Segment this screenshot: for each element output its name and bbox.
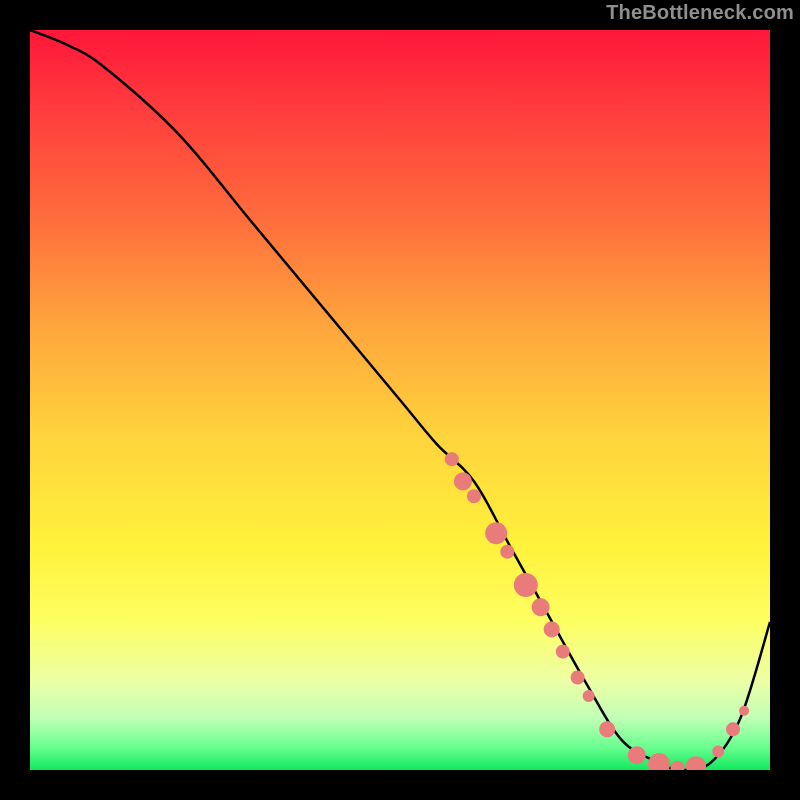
scatter-dot <box>500 545 514 559</box>
scatter-dot <box>686 756 706 770</box>
image-frame: TheBottleneck.com <box>0 0 800 800</box>
plot-area <box>30 30 770 770</box>
watermark-label: TheBottleneck.com <box>606 2 794 25</box>
scatter-dot <box>648 753 670 770</box>
scatter-dots <box>445 452 749 770</box>
scatter-dot <box>556 645 570 659</box>
scatter-dot <box>739 706 749 716</box>
chart-svg <box>30 30 770 770</box>
scatter-dot <box>514 573 538 597</box>
scatter-dot <box>583 690 595 702</box>
scatter-dot <box>671 761 685 770</box>
scatter-dot <box>532 598 550 616</box>
scatter-dot <box>467 489 481 503</box>
scatter-dot <box>445 452 459 466</box>
scatter-dot <box>726 722 740 736</box>
scatter-dot <box>628 746 646 764</box>
scatter-dot <box>571 671 585 685</box>
scatter-dot <box>599 721 615 737</box>
scatter-dot <box>485 522 507 544</box>
scatter-dot <box>712 746 724 758</box>
scatter-dot <box>544 621 560 637</box>
scatter-dot <box>454 472 472 490</box>
bottleneck-curve <box>30 30 770 770</box>
